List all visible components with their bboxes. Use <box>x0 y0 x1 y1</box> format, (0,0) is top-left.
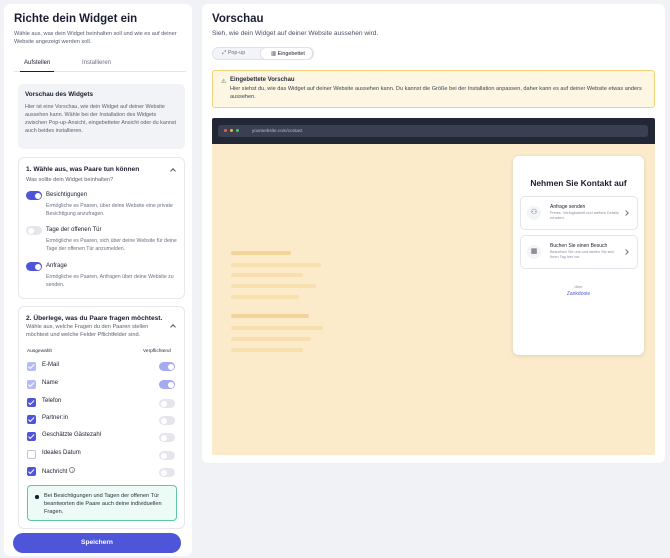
section-actions-title: 1. Wähle aus, was Paare tun können <box>26 166 140 173</box>
field-label: E-Mail <box>42 362 60 368</box>
required-toggle-ideales-datum[interactable] <box>159 451 175 460</box>
toggle-anfrage[interactable] <box>26 262 42 271</box>
save-button[interactable]: Speichern <box>13 533 181 553</box>
field-label: Telefon <box>42 398 62 404</box>
widget-card-desc: Besuchen Sie uns und stellen Sie sich Ih… <box>550 250 615 259</box>
mode-popup-label: Pop-up <box>227 50 246 56</box>
preview-title: Vorschau <box>212 13 264 25</box>
embedded-preview-warning: ⚠ Eingebettete Vorschau Hier siehst du, … <box>212 70 655 108</box>
setup-tabs: Aufstellen Installieren <box>14 59 186 72</box>
checkbox-nachricht[interactable] <box>27 467 36 476</box>
placeholder-line <box>231 263 321 267</box>
preview-mode-switch: ⤢ Pop-up ▥ Eingebettet <box>212 47 314 60</box>
browser-url: yourwebsite.com/contact <box>252 128 303 133</box>
widget-preview-info: Vorschau des Widgets Hier ist eine Vorsc… <box>18 84 185 149</box>
option-desc: Ermögliche es Paaren, über deine Website… <box>46 203 173 217</box>
option-desc: Ermögliche es Paaren, Anfragen über dein… <box>46 274 174 288</box>
tab-aufstellen[interactable]: Aufstellen <box>20 60 55 72</box>
window-dot-icon <box>236 129 239 132</box>
setup-title: Richte dein Widget ein <box>14 13 138 25</box>
mode-popup[interactable]: ⤢ Pop-up <box>222 48 245 59</box>
section-questions-subtitle: Wähle aus, welche Fragen du den Paaren s… <box>26 324 149 338</box>
checkbox-email <box>27 362 36 371</box>
preview-info-text: Hier ist eine Vorschau, wie dein Widget … <box>25 104 177 134</box>
column-selected: Ausgewählt <box>27 349 52 354</box>
widget-card-anfrage[interactable]: ⚇ Anfrage senden Preise, Verfügbarkeit u… <box>520 196 638 230</box>
placeholder-line <box>231 284 316 288</box>
checkbox-name <box>27 380 36 389</box>
option-label: Besichtigungen <box>46 192 88 198</box>
bullet-icon <box>35 495 39 499</box>
section-actions: 1. Wähle aus, was Paare tun können Was s… <box>18 157 185 299</box>
required-toggle-partner[interactable] <box>159 416 175 425</box>
required-toggle-telefon[interactable] <box>159 399 175 408</box>
layout-icon: ▥ <box>271 51 278 57</box>
column-required: Verpflichtend <box>143 349 171 354</box>
warning-icon: ⚠ <box>221 79 227 85</box>
toggle-besichtigungen[interactable] <box>26 191 42 200</box>
window-dot-icon <box>224 129 227 132</box>
field-label: Name <box>42 380 59 386</box>
field-label: Geschätzte Gästezahl <box>42 432 102 438</box>
placeholder-line <box>231 348 303 352</box>
option-label: Tage der offenen Tür <box>46 227 102 233</box>
info-note-text: Bei Besichtigungen und Tagen der offenen… <box>44 493 162 515</box>
section-questions-title: 2. Überlege, was du Paare fragen möchtes… <box>26 315 163 322</box>
warning-title: Eingebettete Vorschau <box>230 77 295 83</box>
contact-widget: Nehmen Sie Kontakt auf ⚇ Anfrage senden … <box>513 156 644 355</box>
setup-panel: Richte dein Widget ein Wähle aus, was de… <box>4 4 192 556</box>
browser-url-bar: yourwebsite.com/contact <box>218 125 648 137</box>
toggle-tage-offene-tuer[interactable] <box>26 226 42 235</box>
info-note: Bei Besichtigungen und Tagen der offenen… <box>27 485 177 521</box>
widget-card-title: Anfrage senden <box>550 204 586 210</box>
brand-logo[interactable]: Zankdooie <box>513 291 644 297</box>
preview-panel: Vorschau Sieh, wie dein Widget auf deine… <box>202 4 665 463</box>
checkbox-gaestezahl[interactable] <box>27 432 36 441</box>
widget-card-desc: Preise, Verfügbarkeit und weitere Detail… <box>550 211 619 220</box>
section-actions-subtitle: Was sollte dein Widget beinhalten? <box>26 177 114 183</box>
chevron-right-icon <box>623 249 629 255</box>
mode-eingebettet[interactable]: ▥ Eingebettet <box>260 47 313 60</box>
setup-subtitle: Wähle aus, was dein Widget beinhalten so… <box>14 31 177 45</box>
powered-by-label: Über <box>574 285 583 289</box>
required-toggle-gaestezahl[interactable] <box>159 433 175 442</box>
option-desc: Ermögliche es Paaren, sich über deine We… <box>46 238 177 252</box>
preview-subtitle: Sieh, wie dein Widget auf deiner Website… <box>212 30 379 37</box>
info-icon[interactable]: i <box>69 467 76 473</box>
calendar-icon: ▦ <box>527 245 541 259</box>
warning-text: Hier siehst du, wie das Widget auf deine… <box>230 86 642 100</box>
checkbox-partner[interactable] <box>27 415 36 424</box>
widget-card-title: Buchen Sie einen Besuch <box>550 243 608 249</box>
placeholder-line <box>231 337 311 341</box>
browser-bar: yourwebsite.com/contact <box>212 118 655 144</box>
browser-mockup: yourwebsite.com/contact Nehmen Sie Konta… <box>212 118 655 455</box>
field-label-nachricht: Nachricht i <box>42 467 76 475</box>
field-label: Nachricht <box>42 469 68 475</box>
required-toggle-email <box>159 362 175 371</box>
widget-card-besuch[interactable]: ▦ Buchen Sie einen Besuch Besuchen Sie u… <box>520 235 638 269</box>
field-label: Partner:in <box>42 415 69 421</box>
mode-eingebettet-label: Eingebettet <box>277 51 305 57</box>
chevron-up-icon[interactable] <box>170 168 176 174</box>
option-label: Anfrage <box>46 263 68 269</box>
placeholder-line <box>231 326 323 330</box>
chevron-up-icon[interactable] <box>170 324 176 330</box>
chevron-right-icon <box>623 210 629 216</box>
required-toggle-nachricht[interactable] <box>159 468 175 477</box>
placeholder-line <box>231 314 309 318</box>
people-icon: ⚇ <box>527 206 541 220</box>
field-label: Ideales Datum <box>42 450 81 456</box>
window-dot-icon <box>230 129 233 132</box>
tab-installieren[interactable]: Installieren <box>82 60 111 72</box>
checkbox-ideales-datum[interactable] <box>27 450 36 459</box>
placeholder-line <box>231 295 299 299</box>
required-toggle-name <box>159 380 175 389</box>
preview-info-title: Vorschau des Widgets <box>25 91 94 98</box>
section-questions: 2. Überlege, was du Paare fragen möchtes… <box>18 306 185 529</box>
widget-heading: Nehmen Sie Kontakt auf <box>530 178 627 188</box>
checkbox-telefon[interactable] <box>27 398 36 407</box>
placeholder-line <box>231 251 291 255</box>
placeholder-line <box>231 273 303 277</box>
